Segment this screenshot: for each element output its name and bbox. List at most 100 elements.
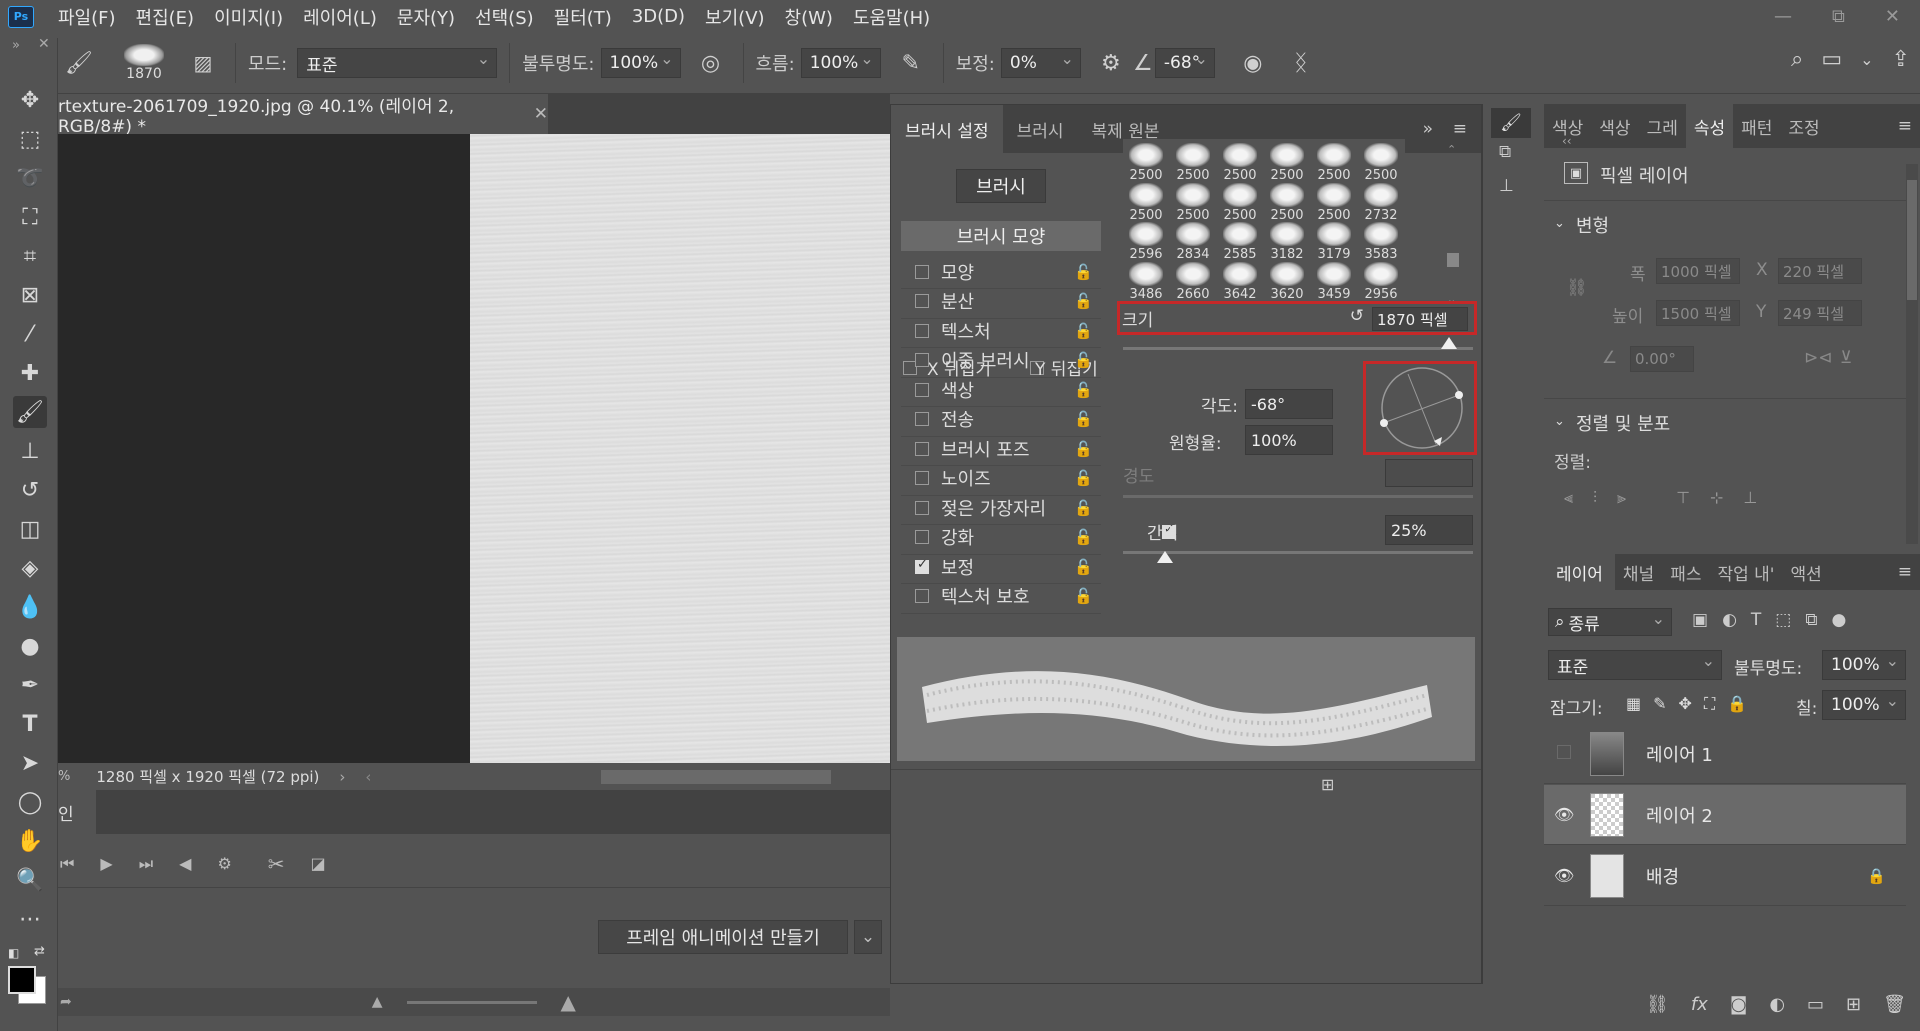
eye-icon[interactable]: 👁 <box>1554 805 1574 824</box>
align-bottom-icon[interactable]: ⊥ <box>1743 488 1757 508</box>
split-icon[interactable]: ✂ <box>268 852 285 876</box>
delete-layer-icon[interactable]: 🗑 <box>1883 994 1906 1015</box>
close-tab-icon[interactable]: ✕ <box>534 104 548 124</box>
zoom-in-icon[interactable]: ▲ <box>561 990 576 1014</box>
menu-filter[interactable]: 필터(T) <box>544 4 622 30</box>
layer-filter-select[interactable]: ⌕ 종류 <box>1548 608 1672 636</box>
link-icon[interactable]: ⛓ <box>1566 278 1588 298</box>
history-brush-tool-icon[interactable]: ↺ <box>13 474 47 506</box>
foreground-color-swatch[interactable] <box>8 966 36 994</box>
spacing-slider-thumb[interactable] <box>1157 551 1173 563</box>
convert-icon[interactable]: ➦ <box>60 994 72 1010</box>
height-field[interactable]: 1500 픽셀 <box>1656 300 1740 326</box>
unlock-icon[interactable]: 🔓 <box>1074 381 1093 399</box>
healing-tool-icon[interactable]: ✚ <box>13 357 47 389</box>
brush-option-row[interactable]: 텍스처 보호 🔓 <box>901 580 1101 614</box>
brush-option-checkbox[interactable] <box>915 412 929 426</box>
unlock-icon[interactable]: 🔓 <box>1074 440 1093 458</box>
filter-type-icon[interactable]: T <box>1751 610 1761 630</box>
brush-option-checkbox[interactable] <box>915 589 929 603</box>
eyedropper-tool-icon[interactable]: ⁄ <box>13 318 47 350</box>
expand-icon[interactable]: » <box>12 38 20 53</box>
menu-edit[interactable]: 편집(E) <box>126 4 205 30</box>
tab-actions[interactable]: 액션 <box>1782 554 1829 590</box>
create-frame-animation-button[interactable]: 프레임 애니메이션 만들기 <box>598 920 848 954</box>
transition-icon[interactable]: ◪ <box>311 854 326 873</box>
brush-settings-icon[interactable]: 🖌 <box>1491 108 1531 138</box>
timeline-settings-icon[interactable]: ⚙ <box>217 854 231 873</box>
paint-bucket-tool-icon[interactable]: ◈ <box>13 552 47 584</box>
frame-tool-icon[interactable]: ⊠ <box>13 279 47 311</box>
object-select-tool-icon[interactable]: ⛶ <box>13 201 47 233</box>
brush-preset[interactable]: 3620 <box>1264 254 1310 302</box>
pressure-opacity-icon[interactable]: ◎ <box>691 51 731 76</box>
audio-icon[interactable]: ◀ <box>179 854 191 873</box>
horizontal-scrollbar[interactable] <box>601 769 832 784</box>
lock-all-icon[interactable]: 🔒 <box>1727 694 1747 714</box>
zoom-level-fragment[interactable]: % <box>58 769 70 784</box>
zoom-tool-icon[interactable]: 🔍 <box>13 864 47 896</box>
tab-channels[interactable]: 채널 <box>1615 554 1662 590</box>
search-icon[interactable]: ⌕ <box>1791 47 1803 72</box>
timeline-tab[interactable]: 인 <box>58 790 96 834</box>
expand-icon[interactable]: » <box>1423 119 1433 139</box>
adjustment-layer-icon[interactable]: ◐ <box>1769 994 1785 1015</box>
tab-swatches[interactable]: 색상 <box>1591 104 1638 148</box>
scroll-up-icon[interactable]: ⌃ <box>1447 143 1456 156</box>
tab-brushes[interactable]: 브러시 <box>1003 105 1078 153</box>
first-frame-icon[interactable]: ⏮ <box>60 854 74 874</box>
chevron-down-icon[interactable]: ⌄ <box>1554 216 1565 231</box>
restore-button[interactable]: ⧉ <box>1832 6 1845 27</box>
layer-opacity-field[interactable]: 100% <box>1822 650 1906 680</box>
x-field[interactable]: 220 픽셀 <box>1778 258 1862 284</box>
preset-scrollbar[interactable]: ⌃ ⌄ <box>1447 143 1459 313</box>
brush-option-checkbox[interactable] <box>915 323 929 338</box>
reset-size-icon[interactable]: ↺ <box>1350 306 1364 326</box>
visibility-toggle-off-icon[interactable] <box>1554 744 1574 763</box>
path-select-tool-icon[interactable]: ➤ <box>13 747 47 779</box>
transform-header[interactable]: 변형 <box>1576 212 1609 238</box>
ellipse-tool-icon[interactable]: ◯ <box>13 786 47 818</box>
status-arrow-icon[interactable]: › <box>339 768 345 786</box>
brush-option-checkbox[interactable] <box>915 294 929 308</box>
tab-properties[interactable]: 속성 <box>1685 104 1734 148</box>
angle-field[interactable]: -68° <box>1245 389 1333 419</box>
panel-menu-icon[interactable]: ≡ <box>1898 562 1912 582</box>
lock-icon[interactable]: 🔒 <box>1867 867 1886 885</box>
brush-option-checkbox[interactable] <box>915 530 929 544</box>
minimize-button[interactable]: — <box>1774 6 1792 27</box>
clone-source-icon[interactable]: ⊥ <box>1499 176 1514 196</box>
eye-icon[interactable]: 👁 <box>1554 866 1574 885</box>
brush-angle-field[interactable]: -68° <box>1154 48 1215 78</box>
brush-option-checkbox[interactable] <box>915 557 929 574</box>
menu-image[interactable]: 이미지(I) <box>204 4 293 30</box>
fill-field[interactable]: 100% <box>1822 690 1906 720</box>
new-group-icon[interactable]: ▭ <box>1807 994 1824 1015</box>
add-mask-icon[interactable]: ◙ <box>1730 994 1747 1015</box>
align-top-icon[interactable]: ⊤ <box>1676 488 1690 508</box>
layer-row[interactable]: 레이어 1 <box>1544 724 1906 784</box>
type-tool-icon[interactable]: T <box>13 708 47 740</box>
unlock-icon[interactable]: 🔓 <box>1074 263 1093 281</box>
brush-tool-icon[interactable]: 🖌 <box>13 396 47 428</box>
menu-type[interactable]: 문자(Y) <box>387 4 465 30</box>
spacing-slider-track[interactable] <box>1123 551 1473 554</box>
new-preset-icon[interactable]: ⊞ <box>1321 775 1334 794</box>
brush-preset[interactable]: 3486 <box>1123 254 1169 302</box>
angle-roundness-widget[interactable] <box>1366 364 1474 452</box>
share-icon[interactable]: ⇪ <box>1892 47 1910 72</box>
dodge-tool-icon[interactable]: ● <box>13 630 47 662</box>
pen-tool-icon[interactable]: ✒ <box>13 669 47 701</box>
chevron-down-icon[interactable]: ⌄ <box>854 920 882 954</box>
tab-layers[interactable]: 레이어 <box>1544 554 1615 590</box>
close-panel-icon[interactable]: ✕ <box>38 36 50 52</box>
stamp-tool-icon[interactable]: ⊥ <box>13 435 47 467</box>
unlock-icon[interactable]: 🔓 <box>1074 292 1093 310</box>
blur-tool-icon[interactable]: 💧 <box>13 591 47 623</box>
menu-select[interactable]: 선택(S) <box>465 4 544 30</box>
brushes-button[interactable]: 브러시 <box>956 169 1046 203</box>
brush-option-checkbox[interactable] <box>915 471 929 485</box>
workspace-icon[interactable]: ▭ <box>1821 47 1842 72</box>
y-field[interactable]: 249 픽셀 <box>1778 300 1862 326</box>
align-left-icon[interactable]: ⫷ <box>1564 488 1573 508</box>
